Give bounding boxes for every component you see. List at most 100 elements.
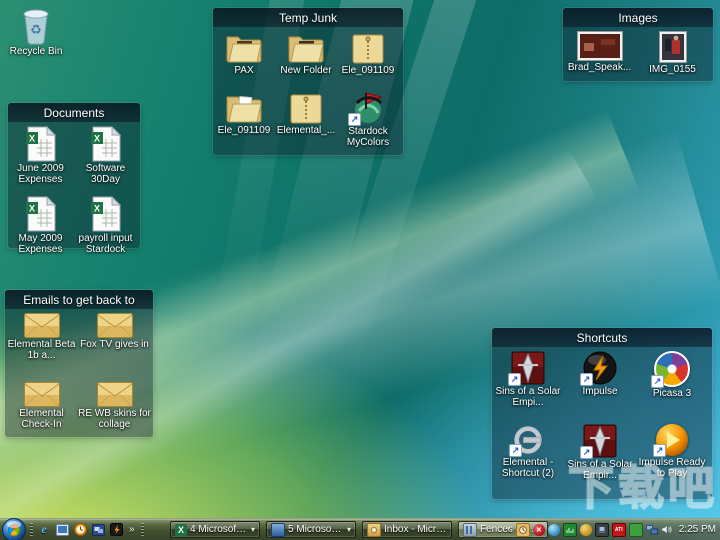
shortcut-arrow-icon: ↗ — [580, 373, 593, 386]
recycle-bin[interactable]: ♻ Recycle Bin — [4, 5, 68, 57]
taskbar-button-excel-group[interactable]: X 4 Microsoft ... ▾ — [170, 521, 260, 538]
fence-temp-junk-body: PAX New Folder Ele_091109 Ele_091109 — [213, 27, 403, 151]
excel-document-icon: X — [91, 196, 121, 232]
email-envelope-icon — [97, 313, 133, 338]
tray-collapse-chevron[interactable]: ‹ — [505, 524, 512, 535]
desktop-icon-june-2009-expenses[interactable]: X June 2009 Expenses — [8, 126, 73, 196]
fence-title: Emails to get back to — [23, 293, 134, 307]
desktop-icon-picasa-3[interactable]: ↗ Picasa 3 — [636, 351, 708, 424]
email-envelope-icon — [24, 382, 60, 407]
fence-title: Shortcuts — [577, 331, 628, 345]
desktop-icon-new-folder[interactable]: New Folder — [275, 31, 337, 91]
desktop-icon-elemental-beta[interactable]: Elemental Beta 1b a... — [5, 313, 78, 382]
desktop-icon-may-2009-expenses[interactable]: X May 2009 Expenses — [8, 196, 73, 266]
chevron-down-icon: ▾ — [251, 525, 255, 534]
icon-label: Elemental - Shortcut (2) — [492, 457, 564, 479]
icon-label: Picasa 3 — [653, 388, 691, 399]
picasa-icon: ↗ — [654, 351, 690, 387]
icon-label: New Folder — [280, 65, 331, 76]
security-shield-icon[interactable]: ✕ — [533, 524, 545, 536]
desktop-icon-re-wb-skins[interactable]: RE WB skins for collage — [78, 382, 151, 451]
blue-orb-icon[interactable] — [548, 524, 560, 536]
desktop-icon-elemental-zip[interactable]: Elemental_... — [275, 91, 337, 151]
impulse-quicklaunch-icon[interactable] — [109, 523, 123, 537]
laptop-icon[interactable] — [595, 523, 609, 537]
fence-title: Documents — [44, 106, 105, 120]
task-label: 5 Microsoft ... — [288, 524, 344, 535]
desktop-icon-software-30day[interactable]: X Software 30Day — [73, 126, 138, 196]
toolbar-drag-handle[interactable] — [30, 523, 33, 536]
desktop-icon-pax[interactable]: PAX — [213, 31, 275, 91]
show-desktop-icon[interactable] — [55, 523, 69, 537]
taskbar-button-inbox[interactable]: Inbox - Micro... — [362, 521, 452, 538]
zip-folder-icon — [289, 91, 323, 124]
icon-label: Impulse — [582, 386, 617, 397]
ati-catalyst-icon[interactable]: ATI — [612, 523, 626, 537]
shortcut-arrow-icon: ↗ — [348, 113, 361, 126]
desktop-icon-stardock-mycolors[interactable]: ↗ Stardock MyColors — [337, 91, 399, 151]
fence-shortcuts-titlebar[interactable]: Shortcuts — [492, 328, 712, 347]
svg-text:X: X — [93, 204, 99, 214]
internet-explorer-icon[interactable]: e — [37, 523, 51, 537]
fence-documents-titlebar[interactable]: Documents — [8, 103, 140, 122]
gold-badge-icon[interactable] — [580, 524, 592, 536]
email-envelope-icon — [97, 382, 133, 407]
time-badge-icon[interactable] — [73, 523, 87, 537]
desktop-icon-elemental-shortcut-2[interactable]: ↗ Elemental - Shortcut (2) — [492, 424, 564, 497]
excel-icon: X — [175, 524, 187, 536]
email-envelope-icon — [24, 313, 60, 338]
green-meter-icon[interactable] — [563, 523, 577, 537]
clock-badge-icon[interactable] — [516, 523, 530, 537]
icon-label: May 2009 Expenses — [8, 233, 73, 255]
desktop-icon-sins-solar-empire-1[interactable]: ↗ Sins of a Solar Empi... — [492, 351, 564, 424]
fence-emails: Emails to get back to Elemental Beta 1b … — [5, 290, 153, 437]
window-switcher-icon[interactable] — [91, 523, 105, 537]
excel-document-icon: X — [26, 196, 56, 232]
svg-text:X: X — [93, 134, 99, 144]
desktop-icon-brad-speak[interactable]: Brad_Speak... — [563, 31, 636, 79]
fence-temp-junk-titlebar[interactable]: Temp Junk — [213, 8, 403, 27]
taskbar-buttons: X 4 Microsoft ... ▾ 5 Microsoft ... ▾ In… — [170, 521, 548, 538]
icon-label: Fox TV gives in — [80, 339, 149, 350]
fence-images-body: Brad_Speak... IMG_0155 — [563, 27, 713, 79]
excel-document-icon: X — [91, 126, 121, 162]
zip-folder-icon — [351, 31, 385, 64]
green-status-icon[interactable] — [629, 523, 643, 537]
clock[interactable]: 2:25 PM — [676, 524, 716, 535]
desktop-icon-ele-folder[interactable]: Ele_091109 — [213, 91, 275, 151]
volume-speaker-icon[interactable] — [661, 524, 673, 536]
icon-label: Elemental_... — [277, 125, 335, 136]
desktop-icon-payroll-input-stardock[interactable]: X payroll input Stardock — [73, 196, 138, 266]
quick-launch-toolbar: e » — [30, 519, 144, 540]
desktop: ♻ Recycle Bin Temp Junk PAX New Folder — [0, 0, 720, 540]
fence-images-titlebar[interactable]: Images — [563, 8, 713, 27]
desktop-icon-elemental-check-in[interactable]: Elemental Check-In — [5, 382, 78, 451]
desktop-icon-img-0155[interactable]: IMG_0155 — [636, 31, 709, 79]
shortcut-arrow-icon: ↗ — [509, 444, 522, 457]
icon-label: Ele_091109 — [342, 65, 395, 76]
start-button[interactable] — [2, 518, 26, 540]
task-label: Inbox - Micro... — [384, 524, 447, 535]
outlook-icon — [367, 523, 381, 537]
quick-launch-overflow-chevron[interactable]: » — [127, 524, 137, 535]
task-label: 4 Microsoft ... — [190, 524, 248, 535]
elemental-icon: ↗ — [512, 424, 544, 456]
icon-label: Sins of a Solar Empi... — [492, 386, 564, 408]
svg-text:X: X — [28, 204, 34, 214]
fence-emails-titlebar[interactable]: Emails to get back to — [5, 290, 153, 309]
desktop-icon-ele-zip[interactable]: Ele_091109 — [337, 31, 399, 91]
icon-label: Elemental Beta 1b a... — [5, 339, 78, 361]
desktop-icon-fox-tv[interactable]: Fox TV gives in — [78, 313, 151, 382]
chevron-down-icon: ▾ — [347, 525, 351, 534]
svg-text:X: X — [28, 134, 34, 144]
icon-label: RE WB skins for collage — [78, 408, 151, 430]
desktop-icon-impulse[interactable]: ↗ Impulse — [564, 351, 636, 424]
toolbar-drag-handle[interactable] — [141, 523, 144, 536]
icon-label: Stardock MyColors — [337, 126, 399, 148]
icon-label: Elemental Check-In — [5, 408, 78, 430]
network-computers-icon[interactable] — [646, 524, 658, 536]
taskbar-button-microsoft-group[interactable]: 5 Microsoft ... ▾ — [266, 521, 356, 538]
excel-document-icon: X — [26, 126, 56, 162]
fence-temp-junk: Temp Junk PAX New Folder Ele_091109 — [213, 8, 403, 155]
icon-label: IMG_0155 — [649, 64, 696, 75]
